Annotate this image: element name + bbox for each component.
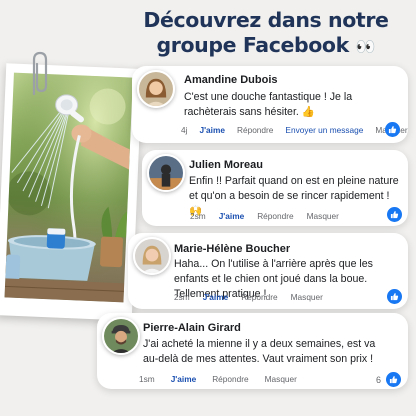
like-count: 6 — [376, 375, 382, 385]
like-button[interactable]: J'aime — [199, 125, 225, 135]
comment-actions: 4j J'aime Répondre Envoyer un message Ma… — [181, 125, 408, 135]
commenter-name[interactable]: Pierre-Alain Girard — [143, 322, 241, 334]
product-photo — [4, 72, 133, 303]
comment-text: C'est une douche fantastique ! Je la rac… — [184, 91, 353, 118]
avatar[interactable] — [133, 237, 171, 275]
product-photo-frame — [0, 63, 143, 321]
comment-time[interactable]: 2sm — [190, 211, 206, 221]
hide-button[interactable]: Masquer — [307, 211, 339, 221]
comment-card-3: Marie-Hélène Boucher Haha... On l'utilis… — [128, 233, 408, 309]
comment-card-2: Julien Moreau Enfin !! Parfait quand on … — [142, 150, 408, 226]
like-button[interactable]: J'aime — [203, 292, 229, 302]
commenter-name[interactable]: Julien Moreau — [189, 159, 263, 171]
eyes-emoji: 👀 — [355, 37, 376, 56]
comment-actions: 2sm J'aime Répondre Masquer — [190, 211, 339, 221]
avatar[interactable] — [102, 317, 140, 355]
like-reaction-icon[interactable] — [385, 122, 400, 137]
like-button[interactable]: J'aime — [219, 211, 245, 221]
comment-card-1: Amandine Dubois C'est une douche fantast… — [132, 66, 408, 143]
avatar-portrait — [139, 72, 173, 106]
reply-button[interactable]: Répondre — [257, 211, 293, 221]
comment-time[interactable]: 2sm — [174, 292, 190, 302]
reply-button[interactable]: Répondre — [237, 125, 273, 135]
headline-line-1: Découvrez dans notre — [143, 8, 389, 32]
headline-line-2-text: groupe Facebook — [156, 33, 349, 57]
like-reaction-icon[interactable] — [386, 372, 401, 387]
comment-actions: 1sm J'aime Répondre Masquer — [139, 374, 297, 384]
like-button[interactable]: J'aime — [171, 374, 197, 384]
like-reaction-icon[interactable] — [387, 207, 402, 222]
comment-card-4: Pierre-Alain Girard J'ai acheté la mienn… — [97, 313, 408, 389]
avatar[interactable] — [137, 70, 175, 108]
avatar-portrait — [135, 239, 169, 273]
send-message-button[interactable]: Envoyer un message — [285, 125, 363, 135]
avatar-portrait — [104, 319, 138, 353]
reply-button[interactable]: Répondre — [212, 374, 248, 384]
comment-time[interactable]: 4j — [181, 125, 187, 135]
headline: Découvrez dans notre groupe Facebook 👀 — [122, 8, 410, 59]
comment-actions: 2sm J'aime Répondre Masquer — [174, 292, 323, 302]
avatar-portrait — [149, 156, 183, 190]
reply-button[interactable]: Répondre — [241, 292, 277, 302]
comment-text: J'ai acheté la mienne il y a deux semain… — [143, 338, 376, 365]
shower-scene-illustration — [4, 72, 133, 303]
hide-button[interactable]: Masquer — [265, 374, 297, 384]
headline-line-2: groupe Facebook 👀 — [122, 33, 410, 59]
comment-time[interactable]: 1sm — [139, 374, 155, 384]
like-reaction-icon[interactable] — [387, 289, 402, 304]
hide-button[interactable]: Masquer — [291, 292, 323, 302]
commenter-name[interactable]: Amandine Dubois — [184, 74, 278, 86]
commenter-name[interactable]: Marie-Hélène Boucher — [174, 243, 290, 255]
paperclip-icon — [32, 51, 48, 96]
avatar[interactable] — [147, 154, 185, 192]
